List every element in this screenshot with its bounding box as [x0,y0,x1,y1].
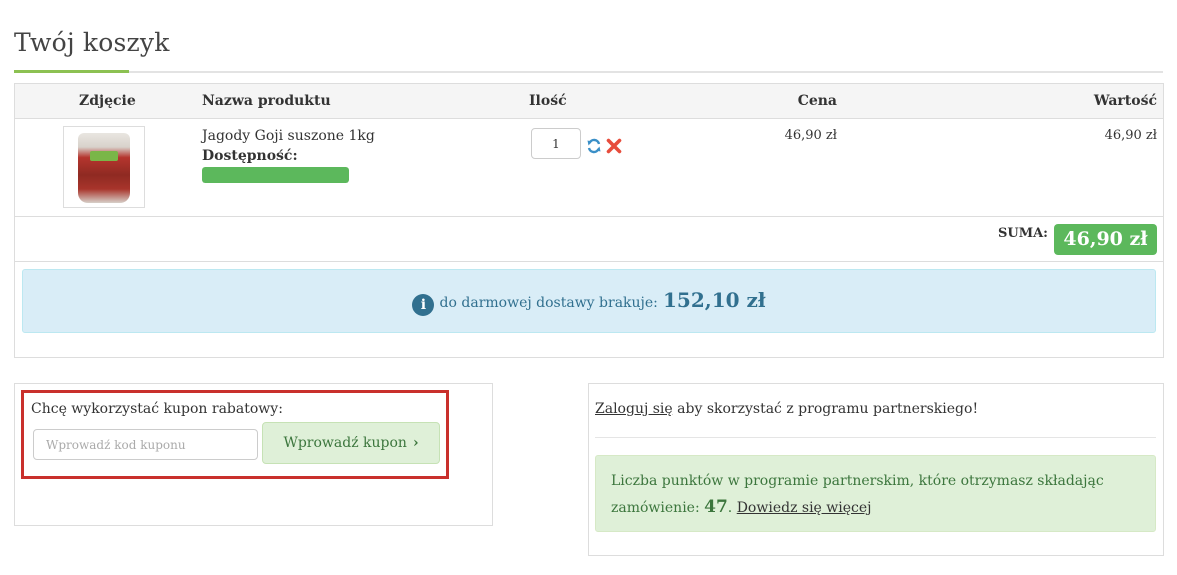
points-value: 47 [704,497,728,517]
sum-badge: 46,90 zł [1054,224,1157,255]
learn-more-link[interactable]: Dowiedz się więcej [737,500,872,516]
partner-login-text: aby skorzystać z programu partnerskiego! [672,401,979,417]
product-thumbnail[interactable] [63,126,145,208]
row-divider [15,216,1163,217]
item-value: 46,90 zł [1104,128,1157,143]
availability-bar [202,167,349,183]
apply-coupon-label: Wprowadź kupon [283,435,407,451]
coupon-label: Chcę wykorzystać kupon rabatowy: [31,401,283,417]
column-header-value: Wartość [1093,93,1157,109]
title-accent-bar [14,70,129,73]
partner-login-line: Zaloguj się aby skorzystać z programu pa… [595,401,978,417]
info-icon: i [412,294,435,316]
item-price: 46,90 zł [784,128,837,143]
column-header-price: Cena [797,93,837,109]
column-header-qty: Ilość [529,93,567,109]
points-separator: . [727,500,733,516]
product-image [78,133,130,203]
row-divider [15,261,1163,262]
availability-label: Dostępność: [202,148,298,164]
product-image-label [90,151,118,161]
partner-points-alert: Liczba punktów w programie partnerskim, … [595,455,1156,532]
free-shipping-alert: i do darmowej dostawy brakuje: 152,10 zł [22,269,1156,333]
coupon-code-input[interactable] [33,429,258,460]
apply-coupon-button[interactable]: Wprowadź kupon › [262,422,440,464]
page-title: Twój koszyk [14,28,170,57]
availability-bar-fill [202,167,349,183]
column-header-photo: Zdjęcie [79,93,136,109]
login-link[interactable]: Zaloguj się [595,401,673,417]
free-shipping-text: do darmowej dostawy brakuje: [439,295,658,311]
remove-icon[interactable] [606,138,622,154]
sum-label: SUMA: [997,226,1048,241]
cart-table-header: Zdjęcie Nazwa produktu Ilość Cena Wartoś… [15,84,1163,119]
chevron-right-icon: › [412,435,419,451]
product-name-link[interactable]: Jagody Goji suszone 1kg [202,128,375,144]
column-header-name: Nazwa produktu [202,93,331,109]
quantity-input[interactable] [531,128,581,159]
refresh-icon[interactable] [586,138,602,154]
partner-divider [595,437,1156,438]
free-shipping-amount: 152,10 zł [662,288,766,312]
title-divider [14,71,1163,73]
cart-table: Zdjęcie Nazwa produktu Ilość Cena Wartoś… [14,83,1164,358]
